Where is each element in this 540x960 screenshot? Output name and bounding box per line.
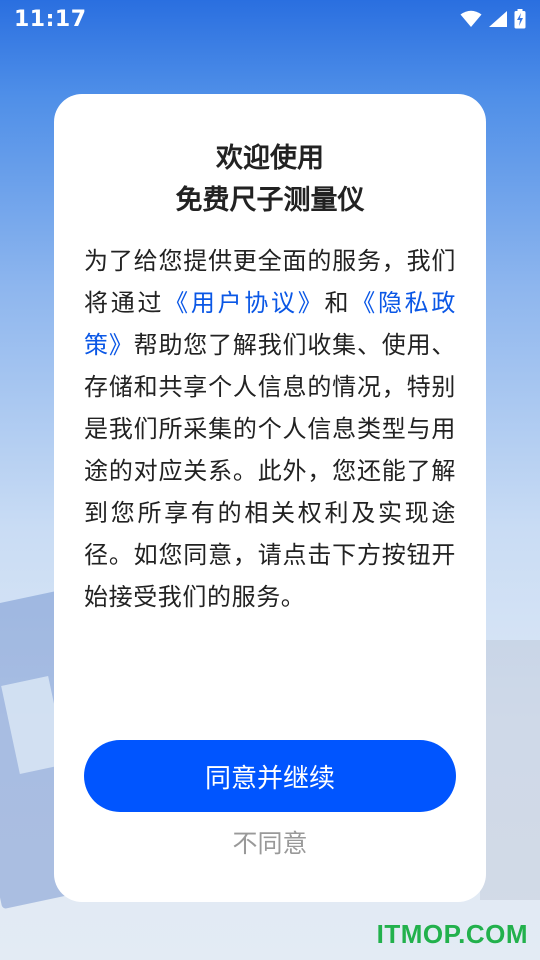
dialog-title-line2: 免费尺子测量仪 [175,185,365,216]
dialog-body: 为了给您提供更全面的服务，我们将通过《用户协议》和《隐私政策》帮助您了解我们收集… [84,240,456,618]
battery-charging-icon [514,9,526,29]
watermark-logo: ITMOP.COM [376,919,528,949]
signal-icon [489,11,507,27]
privacy-consent-dialog: 欢迎使用 免费尺子测量仪 为了给您提供更全面的服务，我们将通过《用户协议》和《隐… [54,94,486,902]
wifi-icon [460,10,482,27]
body-text-part2: 帮助您了解我们收集、使用、存储和共享个人信息的情况，特别是我们所采集的个人信息类… [84,331,456,611]
status-icons [460,9,526,29]
status-time: 11:17 [14,6,87,32]
dialog-title: 欢迎使用 免费尺子测量仪 [84,138,456,222]
agree-continue-button[interactable]: 同意并继续 [84,740,456,812]
disagree-button[interactable]: 不同意 [54,822,486,866]
dialog-title-line1: 欢迎使用 [216,143,324,174]
body-text-and: 和 [324,289,352,317]
background-drawing-tools [480,640,540,900]
status-bar: 11:17 [0,0,540,38]
user-agreement-link[interactable]: 《用户协议》 [164,289,324,317]
